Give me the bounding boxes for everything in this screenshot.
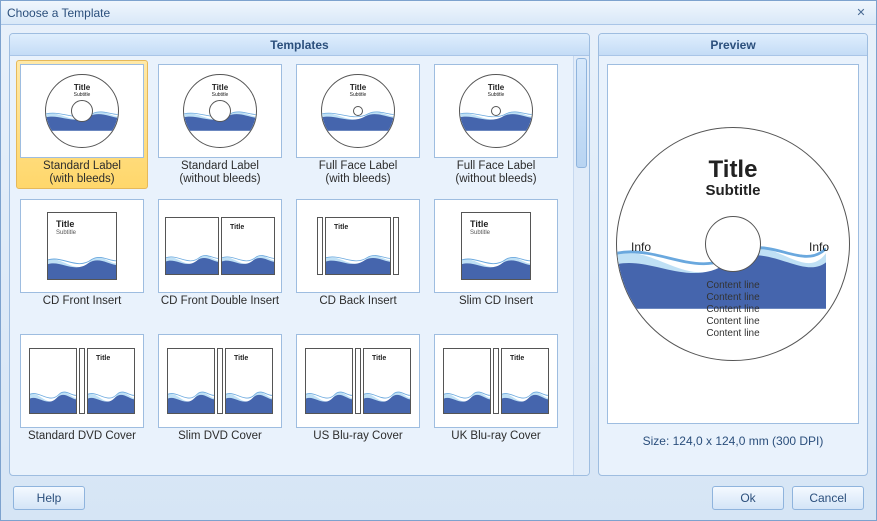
template-tile-us-bluray-cover[interactable]: Title US Blu-ray Cover	[292, 330, 424, 459]
template-tile-std-label-bleed[interactable]: Title Subtitle Standard Label (with blee…	[16, 60, 148, 189]
dialog-body: Templates Title Subtitle Standard Label …	[1, 25, 876, 476]
templates-header: Templates	[10, 34, 589, 56]
template-label: Full Face Label (with bleeds)	[296, 160, 420, 186]
template-label: Slim CD Insert	[434, 295, 558, 321]
template-tile-slim-cd-insert[interactable]: TitleSubtitle Slim CD Insert	[430, 195, 562, 324]
templates-grid: Title Subtitle Standard Label (with blee…	[16, 60, 573, 459]
template-tile-cd-back-insert[interactable]: Title CD Back Insert	[292, 195, 424, 324]
template-thumb: Title	[158, 199, 282, 293]
template-thumb: Title	[434, 334, 558, 428]
template-label: UK Blu-ray Cover	[434, 430, 558, 456]
template-tile-cd-front-double[interactable]: Title CD Front Double Insert	[154, 195, 286, 324]
preview-cd: Title Subtitle Info Info Content lineCon…	[616, 127, 850, 361]
template-label: Standard Label (with bleeds)	[20, 160, 144, 186]
template-thumb: Title Subtitle	[20, 64, 144, 158]
template-thumb: Title	[296, 199, 420, 293]
preview-info-left: Info	[631, 240, 651, 254]
templates-body: Title Subtitle Standard Label (with blee…	[10, 56, 589, 475]
content-line: Content line	[617, 304, 849, 316]
content-line: Content line	[617, 280, 849, 292]
template-label: Full Face Label (without bleeds)	[434, 160, 558, 186]
scrollbar[interactable]	[573, 56, 589, 475]
template-thumb: Title	[158, 334, 282, 428]
template-tile-full-face-nobleed[interactable]: Title Subtitle Full Face Label (without …	[430, 60, 562, 189]
templates-grid-wrap: Title Subtitle Standard Label (with blee…	[10, 56, 573, 475]
template-thumb: Title Subtitle	[434, 64, 558, 158]
preview-title: Title	[617, 156, 849, 184]
content-line: Content line	[617, 328, 849, 340]
templates-panel: Templates Title Subtitle Standard Label …	[9, 33, 590, 476]
template-tile-slim-dvd-cover[interactable]: Title Slim DVD Cover	[154, 330, 286, 459]
cancel-button[interactable]: Cancel	[792, 486, 864, 510]
footer: Help Ok Cancel	[1, 476, 876, 520]
template-tile-full-face-bleed[interactable]: Title Subtitle Full Face Label (with ble…	[292, 60, 424, 189]
template-label: Standard DVD Cover	[20, 430, 144, 456]
cd-hole	[705, 216, 761, 272]
preview-body: Title Subtitle Info Info Content lineCon…	[599, 56, 867, 475]
preview-subtitle: Subtitle	[617, 182, 849, 199]
scroll-thumb[interactable]	[576, 58, 587, 168]
template-tile-cd-front-insert[interactable]: TitleSubtitle CD Front Insert	[16, 195, 148, 324]
close-icon[interactable]: ✕	[852, 5, 870, 21]
template-label: Standard Label (without bleeds)	[158, 160, 282, 186]
template-thumb: Title Subtitle	[296, 64, 420, 158]
template-thumb: Title Subtitle	[158, 64, 282, 158]
template-thumb: Title	[20, 334, 144, 428]
preview-panel: Preview Title Subtitle Info Info	[598, 33, 868, 476]
template-tile-uk-bluray-cover[interactable]: Title UK Blu-ray Cover	[430, 330, 562, 459]
preview-info-right: Info	[809, 240, 829, 254]
template-tile-std-label-nobleed[interactable]: Title Subtitle Standard Label (without b…	[154, 60, 286, 189]
preview-canvas: Title Subtitle Info Info Content lineCon…	[607, 64, 859, 424]
preview-header: Preview	[599, 34, 867, 56]
choose-template-dialog: Choose a Template ✕ Templates Title Subt…	[0, 0, 877, 521]
content-line: Content line	[617, 292, 849, 304]
preview-size-text: Size: 124,0 x 124,0 mm (300 DPI)	[643, 434, 824, 448]
content-line: Content line	[617, 316, 849, 328]
template-label: CD Front Insert	[20, 295, 144, 321]
template-label: US Blu-ray Cover	[296, 430, 420, 456]
template-label: CD Front Double Insert	[158, 295, 282, 321]
ok-button[interactable]: Ok	[712, 486, 784, 510]
template-thumb: TitleSubtitle	[20, 199, 144, 293]
template-label: Slim DVD Cover	[158, 430, 282, 456]
help-button[interactable]: Help	[13, 486, 85, 510]
window-title: Choose a Template	[7, 6, 852, 20]
titlebar: Choose a Template ✕	[1, 1, 876, 25]
template-label: CD Back Insert	[296, 295, 420, 321]
preview-content-lines: Content lineContent lineContent lineCont…	[617, 280, 849, 340]
template-thumb: Title	[296, 334, 420, 428]
template-thumb: TitleSubtitle	[434, 199, 558, 293]
template-tile-std-dvd-cover[interactable]: Title Standard DVD Cover	[16, 330, 148, 459]
